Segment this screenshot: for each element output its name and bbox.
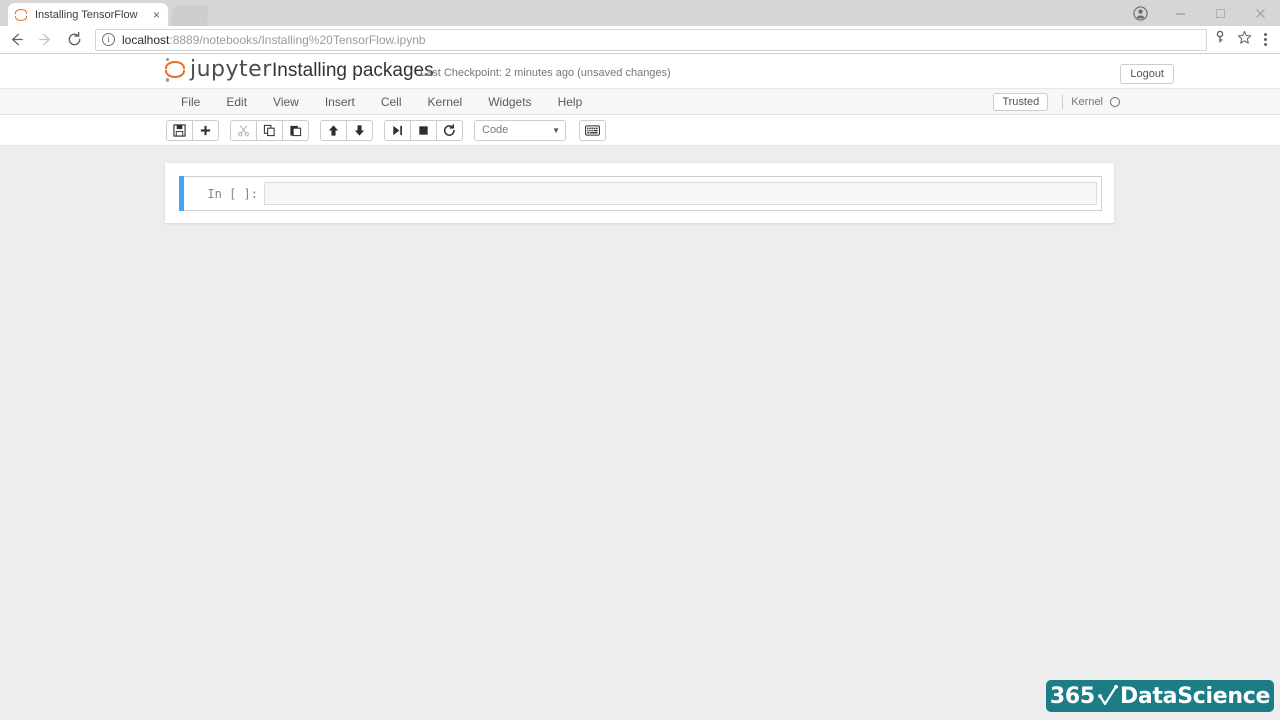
notebook-header: jupyter Installing packages Last Checkpo… bbox=[0, 55, 1280, 89]
forward-arrow-icon bbox=[32, 27, 58, 53]
menu-item-cell[interactable]: Cell bbox=[368, 91, 415, 113]
maximize-icon[interactable] bbox=[1200, 0, 1240, 26]
menu-item-edit[interactable]: Edit bbox=[213, 91, 260, 113]
browser-tab-strip: Installing TensorFlow × bbox=[0, 0, 1280, 26]
address-bar-path: :8889/notebooks/Installing%20TensorFlow.… bbox=[169, 32, 426, 47]
kernel-status-indicator-icon[interactable] bbox=[1110, 97, 1120, 107]
menu-items: File Edit View Insert Cell Kernel Widget… bbox=[0, 91, 595, 113]
command-palette-button[interactable] bbox=[579, 119, 606, 141]
star-icon[interactable] bbox=[1237, 30, 1252, 50]
restart-kernel-button[interactable] bbox=[436, 119, 463, 141]
address-bar[interactable]: i localhost:8889/notebooks/Installing%20… bbox=[95, 28, 1207, 51]
jupyter-logo[interactable]: jupyter bbox=[164, 57, 272, 82]
menu-bar-right: Trusted Kernel bbox=[993, 89, 1120, 115]
divider bbox=[1062, 95, 1064, 109]
window-controls bbox=[1120, 0, 1280, 26]
jupyter-favicon-icon bbox=[14, 8, 28, 22]
brand-number: 365 bbox=[1049, 683, 1095, 709]
back-arrow-icon[interactable] bbox=[3, 27, 29, 53]
move-cell-up-button[interactable] bbox=[320, 119, 347, 141]
reload-icon[interactable] bbox=[61, 27, 87, 53]
notebook-toolbar: Code ▼ bbox=[0, 115, 1280, 146]
cell-inner[interactable]: In [ ]: bbox=[184, 176, 1102, 211]
toolbar-group-move bbox=[320, 119, 373, 141]
notebook-body: In [ ]: bbox=[0, 146, 1280, 720]
toolbar-group-file bbox=[166, 119, 219, 141]
minimize-icon[interactable] bbox=[1160, 0, 1200, 26]
kernel-name-label: Kernel bbox=[1071, 96, 1103, 108]
menu-item-view[interactable]: View bbox=[260, 91, 312, 113]
checkmark-icon bbox=[1098, 685, 1118, 707]
new-tab-button[interactable] bbox=[170, 5, 210, 26]
checkpoint-status: Last Checkpoint: 2 minutes ago (unsaved … bbox=[420, 67, 671, 79]
brand-word: DataScience bbox=[1119, 683, 1271, 709]
toolbar-group-palette bbox=[579, 119, 606, 141]
kebab-menu-icon[interactable] bbox=[1254, 28, 1276, 52]
menu-item-file[interactable]: File bbox=[168, 91, 213, 113]
browser-toolbar-icons bbox=[1213, 30, 1254, 50]
menu-item-insert[interactable]: Insert bbox=[312, 91, 368, 113]
jupyter-wordmark: jupyter bbox=[190, 57, 272, 82]
key-icon[interactable] bbox=[1213, 30, 1227, 49]
notebook-cell[interactable]: In [ ]: bbox=[179, 176, 1102, 211]
trusted-badge[interactable]: Trusted bbox=[993, 93, 1049, 111]
cell-type-value: Code bbox=[482, 124, 509, 136]
brand-watermark: 365 DataScience bbox=[1046, 680, 1274, 712]
menu-item-kernel[interactable]: Kernel bbox=[415, 91, 476, 113]
toolbar-group-edit bbox=[230, 119, 309, 141]
address-bar-url: localhost:8889/notebooks/Installing%20Te… bbox=[122, 33, 426, 47]
menu-item-help[interactable]: Help bbox=[545, 91, 596, 113]
run-cell-button[interactable] bbox=[384, 119, 411, 141]
notebook-title[interactable]: Installing packages bbox=[272, 60, 434, 82]
address-bar-host: localhost bbox=[122, 32, 170, 47]
save-button[interactable] bbox=[166, 119, 193, 141]
close-icon[interactable]: × bbox=[151, 9, 162, 21]
copy-cell-button[interactable] bbox=[256, 119, 283, 141]
jupyter-mark-icon bbox=[164, 57, 186, 82]
browser-tab[interactable]: Installing TensorFlow × bbox=[8, 3, 168, 26]
insert-cell-below-button[interactable] bbox=[192, 119, 219, 141]
profile-icon[interactable] bbox=[1120, 0, 1160, 26]
close-window-icon[interactable] bbox=[1240, 0, 1280, 26]
logout-button[interactable]: Logout bbox=[1120, 64, 1174, 84]
menu-bar: File Edit View Insert Cell Kernel Widget… bbox=[0, 89, 1280, 115]
menu-item-widgets[interactable]: Widgets bbox=[475, 91, 544, 113]
cell-type-select[interactable]: Code ▼ bbox=[474, 119, 566, 141]
toolbar-group-run bbox=[384, 119, 463, 141]
chevron-down-icon: ▼ bbox=[552, 125, 560, 135]
cell-prompt: In [ ]: bbox=[207, 186, 258, 201]
interrupt-kernel-button[interactable] bbox=[410, 119, 437, 141]
cell-code-input[interactable] bbox=[264, 182, 1097, 205]
browser-tab-title: Installing TensorFlow bbox=[35, 8, 138, 21]
notebook-container: In [ ]: bbox=[165, 163, 1114, 223]
move-cell-down-button[interactable] bbox=[346, 119, 373, 141]
jupyter-notebook-page: jupyter Installing packages Last Checkpo… bbox=[0, 55, 1280, 720]
browser-toolbar: i localhost:8889/notebooks/Installing%20… bbox=[0, 26, 1280, 54]
cut-cell-button bbox=[230, 119, 257, 141]
site-info-icon[interactable]: i bbox=[102, 33, 115, 46]
paste-cell-button[interactable] bbox=[282, 119, 309, 141]
